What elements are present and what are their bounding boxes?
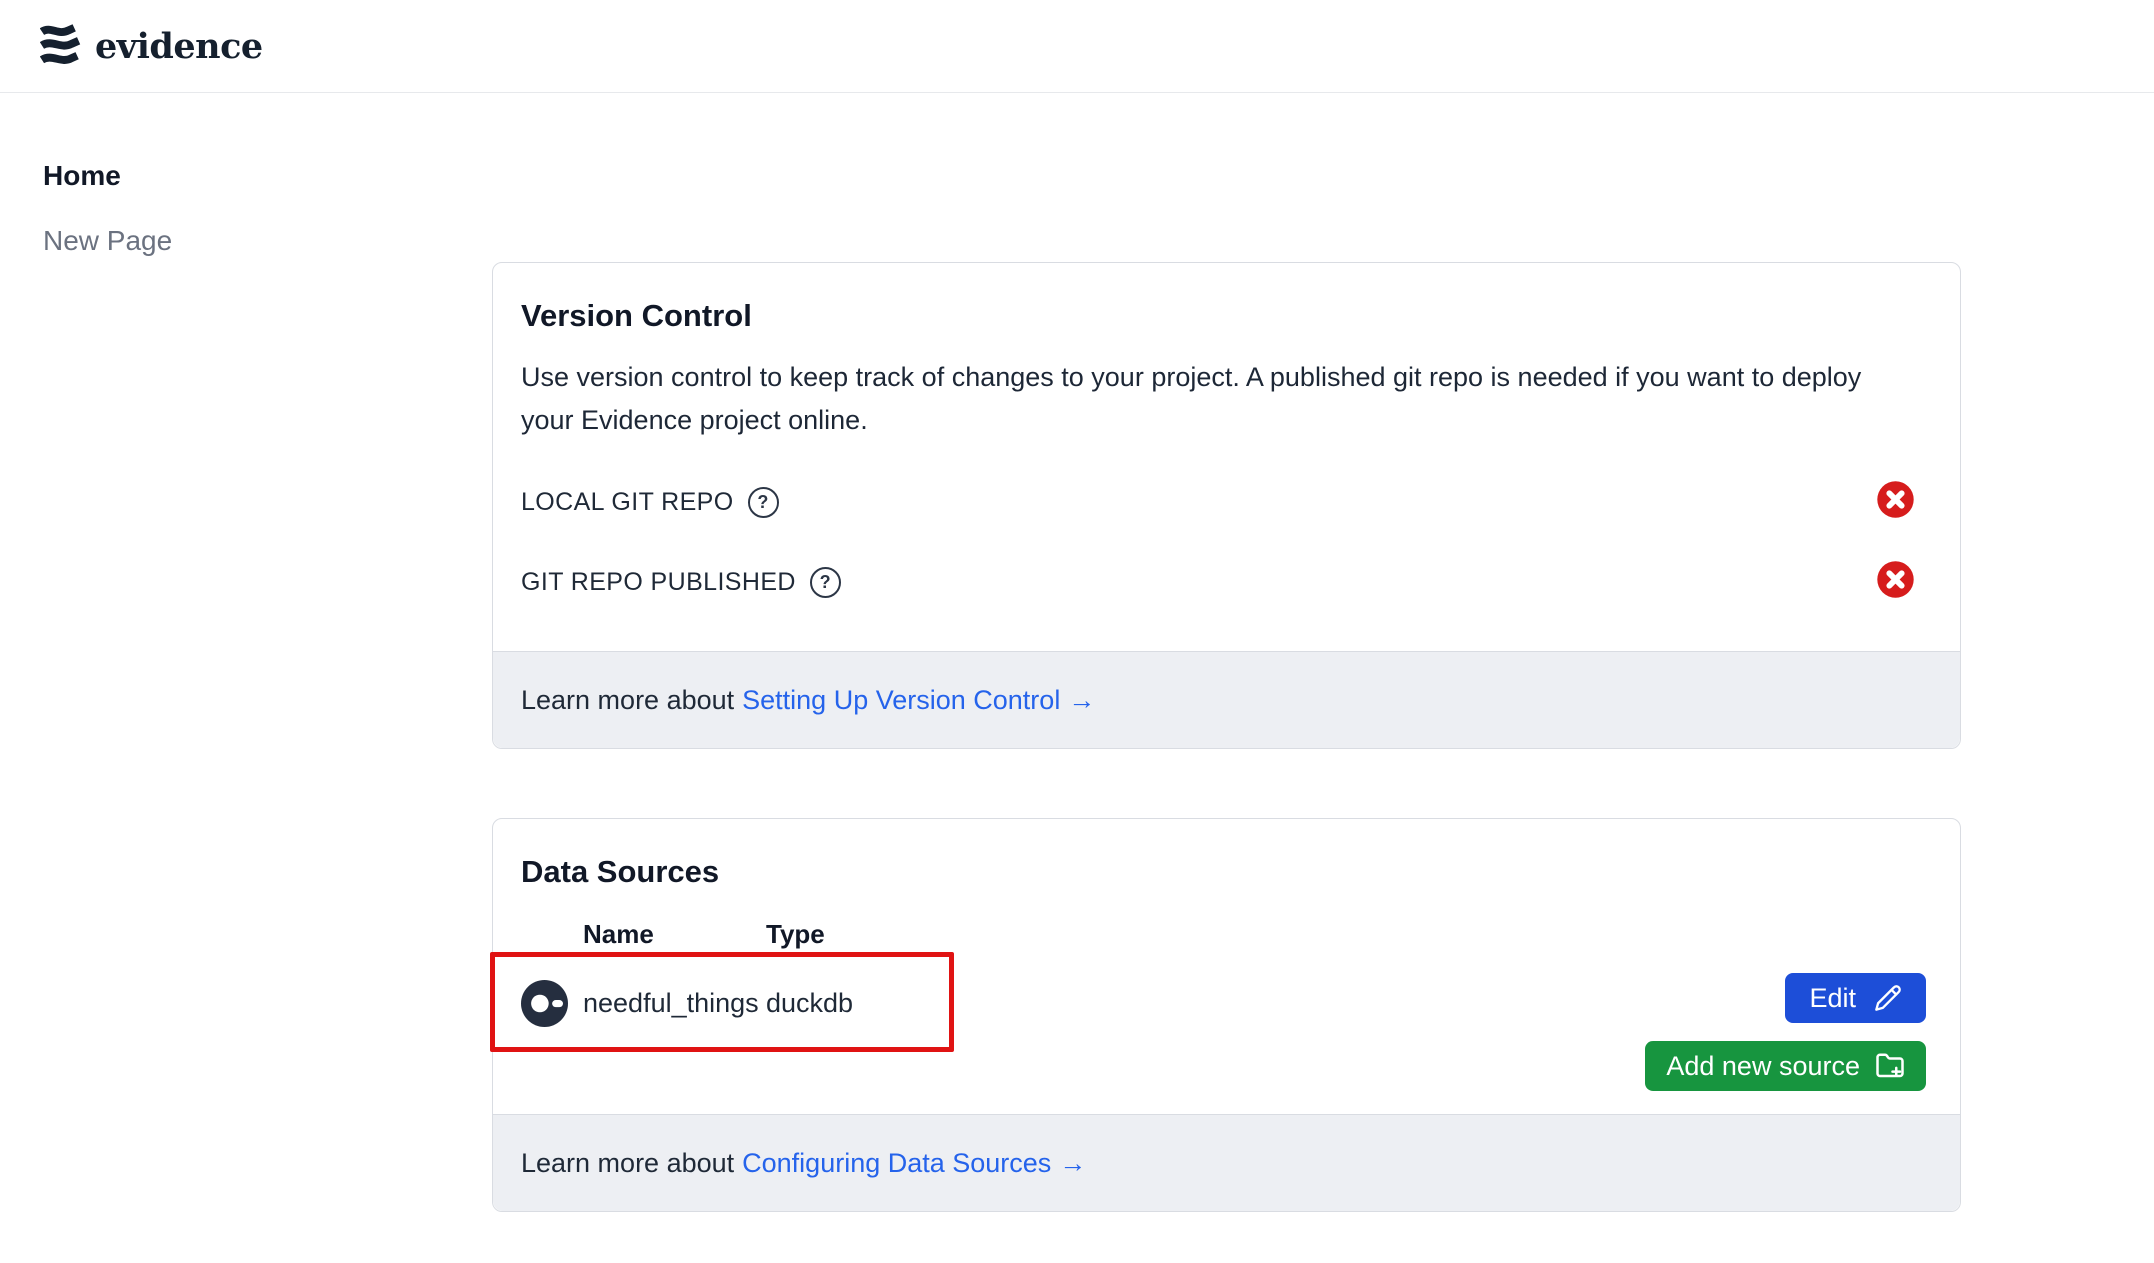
- table-row: needful_things duckdb: [521, 956, 1932, 1051]
- x-circle-icon: [1876, 560, 1915, 604]
- data-sources-table: Name Type needful_things duckdb: [521, 919, 1932, 1051]
- arrow-right-icon: →: [1068, 685, 1095, 715]
- version-control-title: Version Control: [521, 263, 1932, 335]
- status-row-git-repo-published: GIT REPO PUBLISHED ?: [521, 562, 1932, 602]
- pencil-icon: [1874, 984, 1902, 1012]
- edit-button[interactable]: Edit: [1785, 973, 1926, 1023]
- source-name: needful_things: [583, 988, 766, 1019]
- duckdb-icon: [521, 980, 583, 1027]
- sidebar-item-home[interactable]: Home: [43, 160, 403, 192]
- evidence-logo[interactable]: evidence: [40, 24, 263, 68]
- data-sources-footer: Learn more about Configuring Data Source…: [493, 1114, 1960, 1211]
- evidence-wave-icon: [40, 24, 82, 68]
- question-circle-icon[interactable]: ?: [748, 487, 779, 518]
- version-control-description: Use version control to keep track of cha…: [521, 356, 1921, 442]
- question-circle-icon[interactable]: ?: [810, 567, 841, 598]
- main-content: Version Control Use version control to k…: [492, 262, 1961, 1212]
- sidebar: Home New Page: [43, 160, 403, 290]
- table-header-row: Name Type: [521, 919, 1932, 949]
- folder-plus-icon: [1875, 1051, 1905, 1081]
- brand-wordmark: evidence: [95, 26, 263, 67]
- source-type: duckdb: [766, 988, 853, 1019]
- learn-more-prefix: Learn more about: [521, 685, 734, 716]
- sidebar-item-new-page[interactable]: New Page: [43, 225, 403, 257]
- column-header-name: Name: [583, 919, 766, 950]
- column-header-type: Type: [766, 919, 825, 950]
- top-nav: evidence: [0, 0, 2154, 93]
- configuring-data-sources-link[interactable]: Configuring Data Sources→: [742, 1148, 1086, 1179]
- add-new-source-button[interactable]: Add new source: [1645, 1041, 1926, 1091]
- x-circle-icon: [1876, 480, 1915, 524]
- learn-more-prefix: Learn more about: [521, 1148, 734, 1179]
- arrow-right-icon: →: [1059, 1148, 1086, 1178]
- setting-up-version-control-link[interactable]: Setting Up Version Control→: [742, 685, 1095, 716]
- version-control-card: Version Control Use version control to k…: [492, 262, 1961, 749]
- status-row-local-git-repo: LOCAL GIT REPO ?: [521, 482, 1932, 522]
- data-sources-title: Data Sources: [521, 819, 1932, 891]
- git-repo-published-label: GIT REPO PUBLISHED: [521, 568, 796, 597]
- data-sources-card: Data Sources Name Type needful: [492, 818, 1961, 1212]
- local-git-repo-label: LOCAL GIT REPO: [521, 488, 734, 517]
- version-control-footer: Learn more about Setting Up Version Cont…: [493, 651, 1960, 748]
